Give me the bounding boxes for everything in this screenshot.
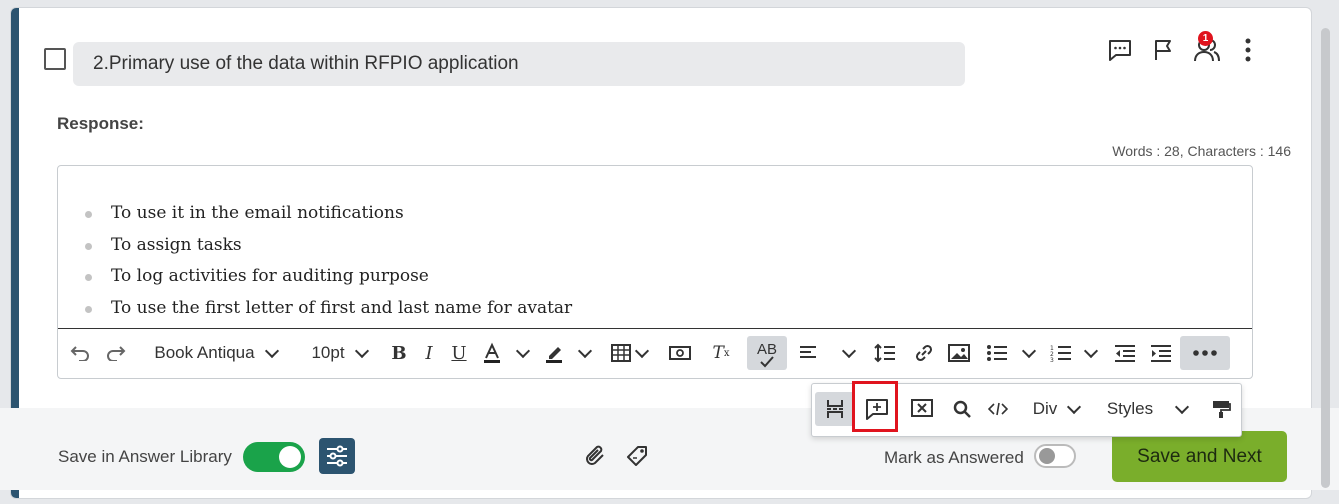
styles-value: Styles: [1106, 399, 1154, 418]
word-character-count: Words : 28, Characters : 146: [1112, 143, 1291, 159]
chevron-down-icon: [1175, 399, 1190, 414]
toggle-knob: [279, 446, 301, 468]
toggle-knob: [1039, 448, 1055, 464]
flag-icon[interactable]: [1148, 35, 1178, 65]
question-checkbox[interactable]: [44, 48, 66, 70]
mark-as-answered-label: Mark as Answered: [884, 448, 1024, 467]
line-height-icon[interactable]: [872, 336, 898, 370]
paperclip-icon[interactable]: [580, 441, 610, 471]
font-family-value: Book Antiqua: [154, 343, 255, 362]
format-painter-icon[interactable]: [1206, 392, 1236, 426]
page-break-icon[interactable]: [815, 392, 855, 426]
more-horizontal-icon[interactable]: [1180, 336, 1230, 370]
italic-icon[interactable]: I: [418, 336, 440, 370]
response-label: Response:: [57, 114, 144, 133]
vertical-scrollbar[interactable]: [1321, 28, 1330, 488]
styles-select[interactable]: Styles: [1102, 392, 1192, 426]
chevron-down-icon[interactable]: [838, 336, 860, 370]
editor-content[interactable]: To use it in the email notifications To …: [58, 166, 1252, 329]
tag-icon[interactable]: [622, 441, 652, 471]
font-size-select[interactable]: 10pt: [306, 336, 372, 370]
undo-icon[interactable]: [66, 336, 94, 370]
save-and-next-button[interactable]: Save and Next: [1112, 431, 1287, 482]
bullet-list: To use it in the email notifications To …: [84, 198, 572, 325]
numbered-list-icon[interactable]: 123: [1048, 336, 1074, 370]
save-answer-library-label: Save in Answer Library: [58, 447, 232, 466]
chevron-down-icon[interactable]: [512, 336, 534, 370]
chevron-down-icon[interactable]: [1018, 336, 1040, 370]
text-color-icon[interactable]: [478, 336, 506, 370]
chevron-down-icon[interactable]: [574, 336, 596, 370]
table-icon[interactable]: [606, 336, 652, 370]
chevron-down-icon: [264, 343, 279, 358]
image-icon[interactable]: [946, 336, 972, 370]
assignee-count-badge: 1: [1198, 31, 1213, 46]
font-family-select[interactable]: Book Antiqua: [148, 336, 283, 370]
indent-icon[interactable]: [1148, 336, 1174, 370]
rich-text-editor[interactable]: To use it in the email notifications To …: [57, 165, 1253, 379]
list-item: To use the first letter of first and las…: [84, 293, 572, 325]
more-vertical-icon[interactable]: [1233, 35, 1263, 65]
bullet-list-icon[interactable]: [984, 336, 1010, 370]
sliders-icon[interactable]: [319, 438, 355, 474]
add-comment-icon[interactable]: [857, 392, 897, 426]
underline-icon[interactable]: U: [448, 336, 470, 370]
align-left-icon[interactable]: [796, 336, 820, 370]
svg-text:3: 3: [1050, 357, 1054, 362]
mark-as-answered-toggle[interactable]: [1034, 444, 1076, 468]
chevron-down-icon[interactable]: [1080, 336, 1102, 370]
more-toolbar-popup: Div Styles: [811, 383, 1242, 437]
outdent-icon[interactable]: [1112, 336, 1138, 370]
save-answer-library-toggle[interactable]: [243, 442, 305, 472]
list-item: To log activities for auditing purpose: [84, 261, 572, 293]
list-item: To assign tasks: [84, 230, 572, 262]
bold-icon[interactable]: B: [388, 336, 410, 370]
spellcheck-icon[interactable]: AB: [747, 336, 787, 370]
question-title: 2.Primary use of the data within RFPIO a…: [73, 42, 965, 86]
list-item: To use it in the email notifications: [84, 198, 572, 230]
block-format-value: Div: [1032, 399, 1058, 418]
money-icon[interactable]: [666, 336, 694, 370]
comment-icon[interactable]: [1105, 35, 1135, 65]
editor-toolbar: Book Antiqua 10pt B I U Tx AB 1 2 3: [58, 330, 1252, 376]
link-icon[interactable]: [911, 336, 937, 370]
redo-icon[interactable]: [102, 336, 130, 370]
highlight-color-icon[interactable]: [540, 336, 568, 370]
search-icon[interactable]: [948, 392, 976, 426]
chevron-down-icon: [354, 343, 369, 358]
block-format-select[interactable]: Div: [1026, 392, 1086, 426]
chevron-down-icon: [1067, 399, 1082, 414]
remove-comment-icon[interactable]: [904, 392, 940, 426]
source-code-icon[interactable]: [984, 392, 1012, 426]
font-size-value: 10pt: [311, 343, 345, 362]
clear-formatting-icon[interactable]: Tx: [708, 336, 734, 370]
